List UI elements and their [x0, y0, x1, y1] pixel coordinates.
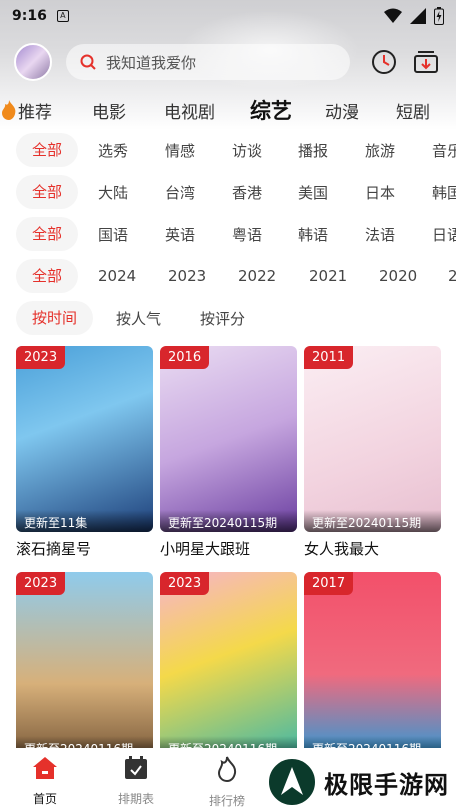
show-title: 女人我最大 [304, 540, 380, 558]
download-icon[interactable] [412, 48, 440, 76]
history-icon[interactable] [370, 48, 398, 76]
tab-variety[interactable]: 综艺 [250, 95, 292, 125]
filter-chip[interactable]: 国语 [98, 224, 128, 245]
sort-chip[interactable]: 按人气 [116, 308, 161, 329]
site-watermark: 极限手游网 [266, 752, 456, 812]
status-icons [384, 7, 444, 25]
nav-ranking[interactable]: 排行榜 [197, 756, 257, 809]
flame-icon [217, 756, 237, 783]
home-icon [33, 757, 57, 779]
filter-chip[interactable]: 旅游 [365, 140, 395, 161]
filter-chip[interactable]: 选秀 [98, 140, 128, 161]
year-badge: 2023 [16, 572, 66, 595]
tab-movie[interactable]: 电影 [92, 98, 126, 123]
watermark-logo [266, 756, 318, 808]
filter-chip[interactable]: 日本 [365, 182, 395, 203]
poster: 2023 更新至20240116期 [16, 572, 153, 758]
filter-chip[interactable]: 全部 [16, 175, 79, 209]
sort-chip[interactable]: 按评分 [200, 308, 245, 329]
wifi-icon [384, 8, 402, 23]
year-badge: 2023 [160, 572, 210, 595]
filter-chip[interactable]: 全部 [16, 259, 79, 293]
filter-chip[interactable]: 2020 [379, 267, 417, 285]
tab-short-drama[interactable]: 短剧 [396, 98, 430, 123]
filter-chip[interactable]: 2021 [309, 267, 347, 285]
search-input[interactable]: 我知道我爱你 [66, 44, 350, 80]
poster: 2017 更新至20240116期 [304, 572, 441, 758]
status-bar: 9:16 A [0, 0, 456, 32]
poster: 2016 更新至20240115期 [160, 346, 297, 532]
sort-options: 按时间 按人气 按评分 [16, 301, 456, 335]
filter-chip[interactable]: 韩国 [432, 182, 456, 203]
sort-chip[interactable]: 按时间 [16, 301, 94, 335]
show-card[interactable]: 2023 更新至11集 滚石摘星号 [16, 346, 153, 559]
year-badge: 2023 [16, 346, 66, 369]
show-card[interactable]: 2017 更新至20240116期 [304, 572, 441, 758]
filter-region: 全部 大陆 台湾 香港 美国 日本 韩国 [16, 175, 456, 209]
tab-anime[interactable]: 动漫 [325, 98, 359, 123]
fire-icon [2, 100, 16, 120]
nav-label: 排行榜 [208, 794, 245, 808]
category-tabs: 推荐 电影 电视剧 综艺 动漫 短剧 [0, 92, 456, 128]
filter-chip[interactable]: 台湾 [165, 182, 195, 203]
filter-chip[interactable]: 音乐 [432, 140, 456, 161]
notification-icon: A [56, 10, 69, 22]
filter-chip[interactable]: 2 [448, 267, 456, 285]
tab-label: 推荐 [18, 102, 52, 123]
watermark-text: 极限手游网 [324, 770, 449, 799]
filter-type: 全部 选秀 情感 访谈 播报 旅游 音乐 [16, 133, 456, 167]
filter-chip[interactable]: 韩语 [298, 224, 328, 245]
update-status: 更新至11集 [16, 510, 153, 532]
filter-chip[interactable]: 播报 [298, 140, 328, 161]
tab-recommend[interactable]: 推荐 [0, 98, 52, 123]
update-status: 更新至20240115期 [160, 510, 297, 532]
show-card[interactable]: 2023 更新至20240116期 [16, 572, 153, 758]
filter-chip[interactable]: 2022 [238, 267, 276, 285]
filter-chip[interactable]: 香港 [232, 182, 262, 203]
poster: 2023 更新至20240116期 [160, 572, 297, 758]
tab-tv[interactable]: 电视剧 [164, 98, 215, 123]
filter-chip[interactable]: 法语 [365, 224, 395, 245]
calendar-icon [125, 756, 147, 779]
year-badge: 2011 [304, 346, 354, 369]
update-status: 更新至20240115期 [304, 510, 441, 532]
filter-chip[interactable]: 全部 [16, 217, 79, 251]
poster: 2011 更新至20240115期 [304, 346, 441, 532]
filter-chip[interactable]: 日语 [432, 224, 456, 245]
show-title: 滚石摘星号 [16, 540, 92, 558]
nav-home[interactable]: 首页 [15, 756, 75, 807]
poster: 2023 更新至11集 [16, 346, 153, 532]
nav-label: 排期表 [117, 792, 154, 806]
filter-language: 全部 国语 英语 粤语 韩语 法语 日语 [16, 217, 456, 251]
search-icon [80, 54, 96, 70]
status-time: 9:16 [12, 8, 47, 24]
search-row: 我知道我爱你 [14, 42, 444, 82]
year-badge: 2016 [160, 346, 210, 369]
show-card[interactable]: 2011 更新至20240115期 女人我最大 [304, 346, 441, 559]
show-card[interactable]: 2023 更新至20240116期 [160, 572, 297, 758]
filter-chip[interactable]: 2024 [98, 267, 136, 285]
nav-schedule[interactable]: 排期表 [106, 756, 166, 807]
year-badge: 2017 [304, 572, 354, 595]
filter-chip[interactable]: 粤语 [232, 224, 262, 245]
signal-icon [410, 8, 426, 24]
filter-chip[interactable]: 美国 [298, 182, 328, 203]
filter-chip[interactable]: 情感 [165, 140, 195, 161]
show-title: 小明星大跟班 [160, 540, 251, 558]
filter-chip[interactable]: 英语 [165, 224, 195, 245]
search-placeholder: 我知道我爱你 [106, 53, 197, 72]
battery-icon [434, 7, 444, 25]
filter-chip[interactable]: 访谈 [232, 140, 262, 161]
nav-label: 首页 [32, 792, 57, 806]
filter-chip[interactable]: 2023 [168, 267, 206, 285]
filter-chip[interactable]: 全部 [16, 133, 79, 167]
show-card[interactable]: 2016 更新至20240115期 小明星大跟班 [160, 346, 297, 559]
filter-year: 全部 2024 2023 2022 2021 2020 2 [16, 259, 456, 293]
filter-chip[interactable]: 大陆 [98, 182, 128, 203]
avatar[interactable] [14, 43, 52, 81]
